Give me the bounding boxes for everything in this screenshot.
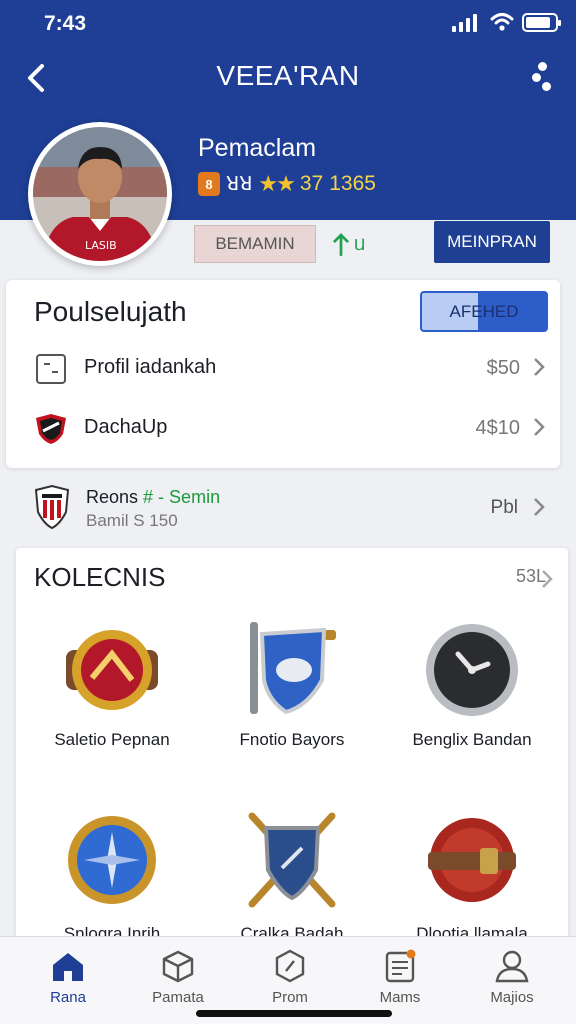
rank-badge: 8 (198, 172, 220, 196)
badge-icon (275, 949, 305, 983)
chevron-right-icon (542, 570, 553, 588)
player-name: Pemaclam (198, 134, 317, 162)
nav-label: Mams (379, 989, 421, 1006)
battery-level (526, 17, 550, 28)
row-label: Profil iadankah (84, 356, 217, 378)
player-avatar[interactable]: LASIB (28, 122, 172, 266)
nav-label: Rana (50, 989, 86, 1006)
chevron-right-icon (534, 358, 545, 376)
collection-label: Fnotio Bayors (239, 730, 345, 749)
status-bar: 7:43 (0, 0, 576, 46)
profile-card: Poulselujath AFEHED Profil iadankah $50 … (6, 280, 560, 468)
page-title: VEEA'RAN (216, 60, 360, 91)
collection-label: Benglix Bandan (412, 730, 532, 749)
league-row[interactable]: Reons # - Semin Bamil S 150 Pbl (6, 478, 560, 542)
tablet-icon (385, 949, 416, 983)
collections-card: KOLECNIS 53L Saletio Pepnan Fnotio Bayor… (16, 548, 568, 968)
home-indicator (196, 1010, 392, 1017)
signal-icon (452, 14, 478, 32)
box-icon (162, 950, 194, 983)
league-name-line: Reons # - Semin (86, 487, 220, 508)
nav-label: Pamata (152, 989, 204, 1006)
nav-item-mams[interactable]: Mams (350, 949, 450, 1009)
gold-medal-icon (66, 630, 158, 710)
nav-item-home[interactable]: Rana (18, 949, 118, 1009)
rank-text: ꓤꓤ (226, 173, 253, 195)
home-icon (53, 953, 83, 981)
league-name: Reons (86, 487, 139, 507)
nav-label: Majios (490, 989, 534, 1006)
section-title: Poulselujath (34, 296, 187, 327)
battery-icon (522, 13, 561, 32)
rating-extra: 1365 (329, 172, 376, 195)
league-value: Pbl (490, 497, 518, 518)
up-arrow-icon (333, 233, 349, 257)
red-belt-icon (428, 818, 516, 902)
list-item-club[interactable]: DachaUp 4$10 (6, 402, 560, 454)
nav-label: Prom (272, 989, 308, 1006)
league-crest-icon (34, 484, 70, 530)
collections-title: KOLECNIS (34, 562, 166, 592)
league-tag: # - Semin (143, 487, 221, 507)
league-sub: Bamil S 150 (86, 511, 178, 530)
chevron-right-icon (534, 498, 545, 516)
stat-up-label: ᥙ (354, 232, 366, 255)
nav-item-prom[interactable]: Prom (240, 949, 340, 1009)
position-pill[interactable]: BEMAMIN (194, 225, 316, 263)
list-item-profile[interactable]: Profil iadankah $50 (6, 342, 560, 394)
card-action-button[interactable]: AFEHED (420, 291, 548, 332)
row-value: $50 (486, 357, 520, 379)
club-crest-icon (36, 414, 66, 444)
nav-item-majios[interactable]: Majios (462, 949, 562, 1009)
clock-icon (426, 624, 518, 716)
stat-up: ᥙ (332, 226, 365, 262)
collection-item[interactable]: Benglix Bandan (382, 620, 562, 810)
profile-icon (495, 950, 529, 983)
collection-label: Saletio Pepnan (54, 730, 170, 749)
row-label: DachaUp (84, 416, 168, 438)
rating-stars: ★★ (258, 171, 295, 196)
crossed-shield-icon (248, 812, 336, 908)
blue-shield-icon (250, 622, 336, 715)
rating-value: 37 (299, 172, 324, 195)
collection-item[interactable]: Saletio Pepnan (22, 620, 202, 810)
wifi-icon (490, 13, 514, 31)
action-button[interactable]: MEINPRAN (434, 221, 550, 263)
player-photo: LASIB (33, 127, 167, 261)
back-arrow-icon[interactable] (18, 58, 58, 98)
collection-item[interactable]: Fnotio Bayors (202, 620, 382, 810)
nav-item-pamata[interactable]: Pamata (128, 949, 228, 1009)
chevron-right-icon (534, 418, 545, 436)
row-value: 4$10 (475, 417, 521, 439)
player-rating-row: 8 ꓤꓤ ★★ 37 1365 (198, 170, 376, 198)
square-icon (36, 354, 66, 384)
more-options-icon[interactable] (530, 58, 560, 98)
status-time: 7:43 (44, 12, 87, 35)
blue-compass-icon (68, 816, 156, 904)
svg-text:LASIB: LASIB (85, 239, 117, 252)
